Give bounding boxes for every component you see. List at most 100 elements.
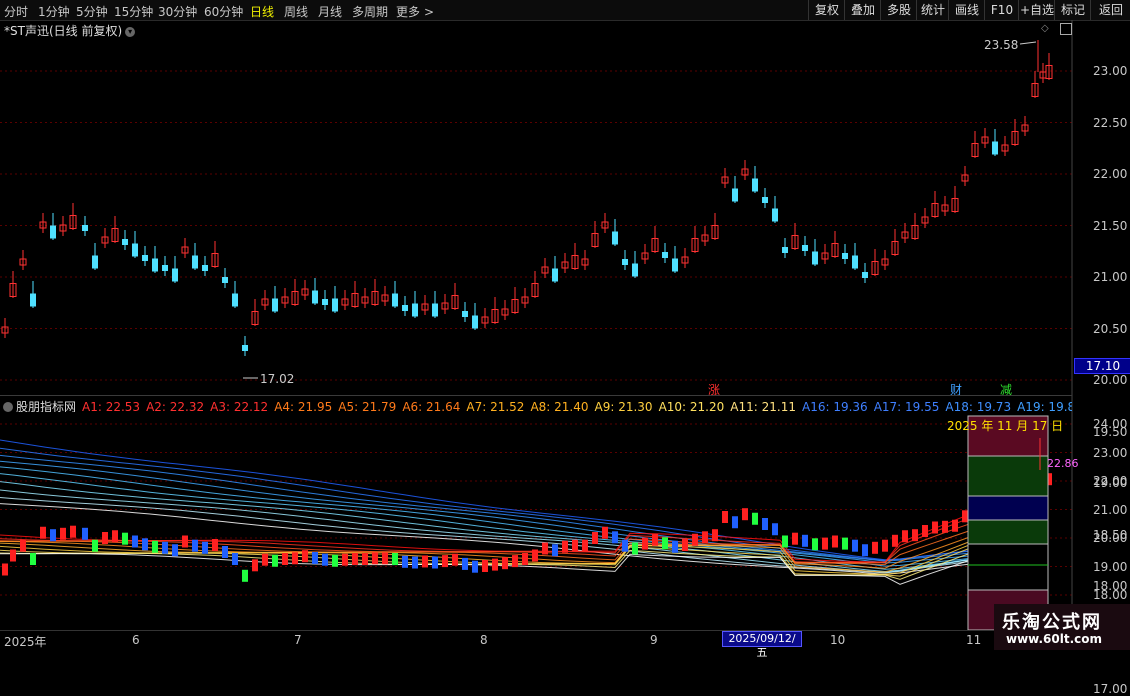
indicator-value-4: A5: 21.79 bbox=[338, 400, 397, 412]
indicator-value-7: A8: 21.40 bbox=[530, 400, 589, 412]
indicator-candle bbox=[392, 553, 398, 565]
candle-body bbox=[732, 188, 738, 202]
indicator-candle bbox=[832, 535, 838, 548]
indicator-candle bbox=[732, 516, 738, 529]
selected-date-label: 2025/09/12/五 bbox=[722, 631, 802, 659]
candle-body bbox=[752, 178, 758, 192]
indicator-candle bbox=[472, 560, 478, 573]
candle-body bbox=[312, 290, 318, 304]
date-axis-label: 10 bbox=[830, 633, 846, 647]
candle-body bbox=[612, 231, 618, 245]
indicator-candle bbox=[82, 527, 88, 540]
candle-body bbox=[172, 268, 178, 282]
indicator-candle bbox=[872, 541, 878, 554]
indicator-candle bbox=[212, 539, 218, 551]
indicator-candle bbox=[882, 539, 888, 552]
panel-toggle-icon[interactable] bbox=[1060, 23, 1072, 35]
indicator-candle bbox=[702, 531, 708, 544]
axis-tick-label: 21.00 bbox=[1093, 502, 1128, 517]
indicator-candle bbox=[262, 553, 268, 566]
watermark-url: www.60lt.com bbox=[1006, 632, 1103, 646]
candle-body bbox=[332, 298, 338, 312]
watermark-logo: 乐淘公式网 www.60lt.com bbox=[994, 604, 1130, 650]
axis-tick-label: 22.50 bbox=[1093, 115, 1128, 130]
current-price-tag: 17.10 bbox=[1074, 358, 1130, 374]
indicator-candle bbox=[112, 530, 118, 543]
indicator-value-14: A19: 19.88 bbox=[1017, 400, 1072, 412]
date-axis-label: 11 bbox=[966, 633, 982, 647]
candle-body bbox=[322, 299, 328, 305]
indicator-candle bbox=[322, 553, 328, 566]
kline-chart[interactable] bbox=[0, 0, 1130, 650]
candle-body bbox=[812, 251, 818, 265]
indicator-candle bbox=[102, 532, 108, 544]
indicator-candle bbox=[912, 529, 918, 542]
candle-body bbox=[622, 259, 628, 265]
watermark-title: 乐淘公式网 bbox=[1002, 612, 1102, 633]
indicator-candle bbox=[462, 557, 468, 570]
candle-body bbox=[632, 263, 638, 277]
indicator-candle bbox=[922, 525, 928, 537]
candle-body bbox=[242, 345, 248, 351]
axis-tick-label: 20.50 bbox=[1093, 321, 1128, 336]
candle-body bbox=[272, 298, 278, 312]
indicator-candle bbox=[352, 553, 358, 565]
indicator-candle bbox=[762, 518, 768, 530]
indicator-candle bbox=[822, 537, 828, 550]
indicator-candle bbox=[242, 569, 248, 582]
indicator-candle bbox=[542, 542, 548, 555]
indicator-candle bbox=[502, 557, 508, 570]
indicator-candle bbox=[552, 544, 558, 557]
indicator-candle bbox=[362, 553, 368, 565]
crosshair-date-label: 2025 年 11 月 17 日 bbox=[947, 419, 1064, 433]
candle-body bbox=[132, 243, 138, 257]
indicator-candle bbox=[332, 554, 338, 567]
indicator-candle bbox=[412, 556, 418, 569]
indicator-candle bbox=[672, 540, 678, 553]
diamond-icon[interactable]: ◇ bbox=[1041, 23, 1049, 34]
date-axis-label: 2025年 bbox=[4, 635, 47, 649]
indicator-candle bbox=[692, 533, 698, 546]
candle-body bbox=[432, 303, 438, 317]
indicator-candle bbox=[172, 544, 178, 557]
indicator-candle bbox=[50, 529, 56, 542]
indicator-value-5: A6: 21.64 bbox=[402, 400, 461, 412]
high-arrow bbox=[1019, 41, 1037, 45]
indicator-candle bbox=[662, 537, 668, 550]
indicator-candle bbox=[60, 527, 66, 540]
indicator-candle bbox=[632, 542, 638, 555]
indicator-candle bbox=[932, 521, 938, 534]
indicator-value-13: A18: 19.73 bbox=[945, 400, 1012, 412]
indicator-candle bbox=[532, 549, 538, 562]
date-axis: 2025年 6 7 8 9 10 11 bbox=[0, 630, 1130, 651]
indicator-candle bbox=[612, 531, 618, 544]
candle-body bbox=[142, 255, 148, 261]
axis-tick-label: 17.00 bbox=[1093, 682, 1128, 696]
candle-body bbox=[992, 141, 998, 155]
candle-body bbox=[842, 253, 848, 259]
indicator-candle bbox=[10, 549, 16, 562]
indicator-candle bbox=[712, 529, 718, 542]
axis-tick-label: 24.00 bbox=[1093, 417, 1128, 431]
indicator-candle bbox=[902, 530, 908, 543]
candle-body bbox=[472, 315, 478, 329]
indicator-candle bbox=[772, 523, 778, 536]
indicator-candle bbox=[812, 538, 818, 551]
indicator-name[interactable]: 股朋指标网 bbox=[16, 400, 76, 412]
indicator-value-11: A16: 19.36 bbox=[801, 400, 868, 412]
indicator-candle bbox=[642, 537, 648, 550]
indicator-candle bbox=[152, 540, 158, 553]
candle-body bbox=[782, 247, 788, 253]
indicator-candle bbox=[252, 559, 258, 572]
indicator-candle bbox=[722, 511, 728, 523]
indicator-value-3: A4: 21.95 bbox=[274, 400, 333, 412]
indicator-value-10: A11: 21.11 bbox=[730, 400, 796, 412]
date-axis-label: 8 bbox=[480, 633, 488, 647]
indicator-menu-icon[interactable] bbox=[3, 402, 13, 412]
candle-body bbox=[202, 265, 208, 271]
candle-body bbox=[30, 293, 36, 307]
indicator-candle bbox=[192, 539, 198, 552]
axis-tick-label: 20.00 bbox=[1093, 531, 1128, 545]
axis-tick-label: 23.00 bbox=[1093, 445, 1128, 460]
candle-body bbox=[552, 268, 558, 282]
